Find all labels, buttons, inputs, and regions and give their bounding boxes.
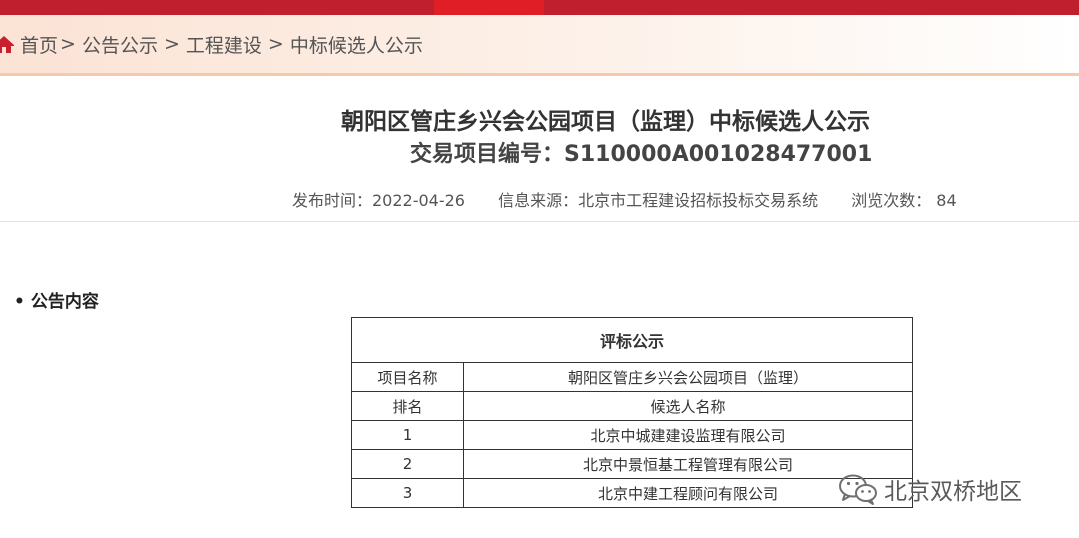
rank-cell: 2: [351, 449, 464, 479]
evaluation-table: 评标公示 项目名称 朝阳区管庄乡兴会公园项目（监理） 排名 候选人名称 1 北京…: [351, 317, 913, 508]
table-header-row: 排名 候选人名称: [351, 391, 913, 421]
wechat-icon: [838, 472, 878, 506]
breadcrumb-separator: >: [60, 33, 76, 55]
page: 首页 > 公告公示 > 工程建设 > 中标候选人公示 朝阳区管庄乡兴会公园项目（…: [0, 0, 1079, 538]
project-name-label: 项目名称: [351, 362, 464, 392]
top-bar-active-segment: [434, 0, 544, 15]
breadcrumb-home-link[interactable]: 首页: [20, 31, 58, 58]
breadcrumb-separator: >: [163, 33, 180, 55]
table-row: 项目名称 朝阳区管庄乡兴会公园项目（监理）: [351, 362, 913, 392]
breadcrumb-notices-link[interactable]: 公告公示: [82, 31, 158, 58]
info-source: 信息来源：北京市工程建设招标投标交易系统: [498, 191, 819, 210]
table-heading: 评标公示: [351, 317, 913, 363]
rank-cell: 3: [351, 478, 464, 508]
top-bar: [0, 0, 1079, 15]
section-title: • 公告内容: [14, 287, 99, 312]
project-name-value: 朝阳区管庄乡兴会公园项目（监理）: [463, 362, 913, 392]
page-title: 朝阳区管庄乡兴会公园项目（监理）中标候选人公示: [341, 109, 870, 135]
divider: [0, 221, 1079, 222]
table-row: 3 北京中建工程顾问有限公司: [351, 478, 913, 508]
section-title-text: 公告内容: [30, 292, 99, 312]
table-heading-row: 评标公示: [351, 317, 913, 363]
view-count: 浏览次数： 84: [851, 191, 957, 210]
article-meta: 发布时间：2022-04-26 信息来源：北京市工程建设招标投标交易系统 浏览次…: [292, 187, 957, 211]
home-icon[interactable]: [0, 33, 14, 55]
breadcrumb: 首页 > 公告公示 > 工程建设 > 中标候选人公示: [0, 15, 1079, 76]
table-row: 1 北京中城建建设监理有限公司: [351, 420, 913, 450]
publish-time: 发布时间：2022-04-26: [292, 191, 465, 210]
breadcrumb-construction-link[interactable]: 工程建设: [186, 31, 262, 58]
watermark-text: 北京双桥地区: [884, 479, 1022, 505]
breadcrumb-current: 中标候选人公示: [289, 34, 423, 57]
table-row: 2 北京中景恒基工程管理有限公司: [351, 449, 913, 479]
column-header-candidate: 候选人名称: [463, 391, 913, 421]
column-header-rank: 排名: [351, 391, 464, 421]
project-code: 交易项目编号：S110000A001028477001: [410, 142, 873, 167]
bullet: •: [14, 292, 25, 312]
breadcrumb-separator: >: [267, 33, 284, 55]
watermark: 北京双桥地区: [838, 472, 1022, 506]
rank-cell: 1: [351, 420, 464, 450]
candidate-cell: 北京中城建建设监理有限公司: [463, 420, 913, 450]
